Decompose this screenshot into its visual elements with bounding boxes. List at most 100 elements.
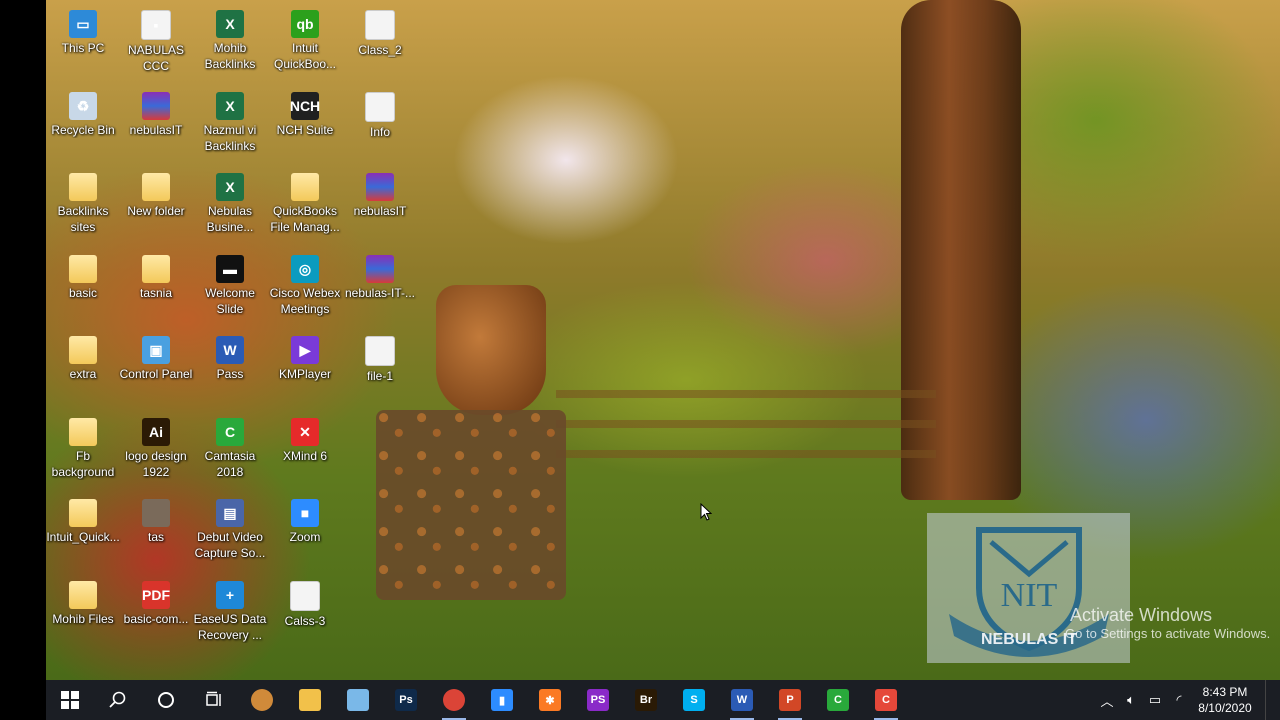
desktop-icon-label: Intuit_Quick... bbox=[46, 530, 120, 544]
desktop-icon-label: This PC bbox=[61, 41, 105, 55]
desktop-icon[interactable]: nebulasIT bbox=[339, 167, 421, 249]
winrar-icon bbox=[366, 255, 394, 283]
show-desktop-button[interactable] bbox=[1265, 680, 1280, 720]
desktop-icon[interactable]: Intuit_Quick... bbox=[42, 493, 124, 575]
taskbar-app-chrome[interactable] bbox=[430, 680, 478, 720]
desktop-icon-label: XMind 6 bbox=[282, 449, 328, 463]
taskbar-app-file-explorer[interactable] bbox=[286, 680, 334, 720]
taskbar-app-camtasia-green[interactable]: C bbox=[814, 680, 862, 720]
desktop-icon[interactable]: PDF basic-com... bbox=[115, 575, 197, 657]
taskbar-app-camtasia-red[interactable]: C bbox=[862, 680, 910, 720]
nch-icon: NCH bbox=[290, 92, 320, 120]
desktop-icon-label: tas bbox=[147, 530, 164, 544]
desktop-icon-label: Calss-3 bbox=[284, 614, 326, 628]
chevron-up-icon[interactable]: ︿ bbox=[1095, 680, 1119, 720]
task-view-button[interactable] bbox=[190, 680, 238, 720]
desktop-icon[interactable]: X Nazmul vi Backlinks bbox=[189, 86, 271, 168]
desktop-icon[interactable]: Fb background bbox=[42, 412, 124, 494]
desktop-icon[interactable]: QuickBooks File Manag... bbox=[264, 167, 346, 249]
desktop-icon[interactable]: X Nebulas Busine... bbox=[189, 167, 271, 249]
excel-icon: X bbox=[216, 92, 244, 120]
desktop-icon[interactable]: qb Intuit QuickBoo... bbox=[264, 4, 346, 86]
taskbar-app-photoshop[interactable]: Ps bbox=[382, 680, 430, 720]
svg-text:NEBULAS IT: NEBULAS IT bbox=[981, 631, 1077, 648]
quickbooks-file-icon bbox=[291, 173, 319, 201]
folder-icon bbox=[69, 255, 97, 283]
webex-icon: ◎ bbox=[291, 255, 319, 283]
desktop-icon[interactable]: New folder bbox=[115, 167, 197, 249]
desktop-icon[interactable]: ■ Zoom bbox=[264, 493, 346, 575]
excel-icon: X bbox=[216, 10, 244, 38]
taskbar-app-bridge[interactable]: Br bbox=[622, 680, 670, 720]
wifi-icon[interactable]: ◜ bbox=[1167, 680, 1191, 720]
desktop-icon[interactable]: ▤ Debut Video Capture So... bbox=[189, 493, 271, 575]
desktop-icon[interactable]: basic bbox=[42, 249, 124, 331]
powerpoint-icon: P bbox=[779, 689, 801, 711]
illustrator-icon: Ai bbox=[142, 418, 170, 446]
app-icon: ▪ bbox=[141, 10, 171, 40]
desktop-icon-label: Welcome Slide bbox=[205, 286, 255, 316]
speaker-icon[interactable]: 🔈︎ bbox=[1119, 680, 1143, 720]
desktop-icon[interactable]: ◎ Cisco Webex Meetings bbox=[264, 249, 346, 331]
folder-icon bbox=[69, 336, 97, 364]
start-button[interactable] bbox=[46, 680, 94, 720]
winrar-icon bbox=[142, 92, 170, 120]
cortana-button[interactable] bbox=[142, 680, 190, 720]
desktop-icon-label: Control Panel bbox=[119, 367, 193, 381]
taskbar-app-zoom[interactable]: ▮ bbox=[478, 680, 526, 720]
taskbar-app-powerpoint[interactable]: P bbox=[766, 680, 814, 720]
desktop-icon[interactable]: Mohib Files bbox=[42, 575, 124, 657]
battery-icon[interactable]: ▭ bbox=[1143, 680, 1167, 720]
taskbar-app-word[interactable]: W bbox=[718, 680, 766, 720]
desktop-icon[interactable]: tas bbox=[115, 493, 197, 575]
desktop-icon[interactable]: file-1 bbox=[339, 330, 421, 412]
desktop-icon[interactable]: ▭ This PC bbox=[42, 4, 124, 86]
desktop-icon-label: nebulasIT bbox=[353, 204, 407, 218]
desktop-icon[interactable]: nebulasIT bbox=[115, 86, 197, 168]
desktop-icon[interactable]: NCH NCH Suite bbox=[264, 86, 346, 168]
folder-icon bbox=[69, 418, 97, 446]
desktop-icon[interactable]: Backlinks sites bbox=[42, 167, 124, 249]
desktop-icon[interactable]: Info bbox=[339, 86, 421, 168]
clock[interactable]: 8:43 PM 8/10/2020 bbox=[1191, 684, 1259, 716]
search-icon bbox=[109, 691, 126, 708]
taskbar-app-xampp[interactable]: ✱ bbox=[526, 680, 574, 720]
activate-windows-notice: Activate Windows Go to Settings to activ… bbox=[1065, 605, 1270, 641]
desktop-icon[interactable]: tasnia bbox=[115, 249, 197, 331]
desktop-icon[interactable]: ▶ KMPlayer bbox=[264, 330, 346, 412]
pdf-icon: PDF bbox=[142, 581, 170, 609]
desktop-icon[interactable]: ▣ Control Panel bbox=[115, 330, 197, 412]
desktop-icon[interactable]: nebulas-IT-... bbox=[339, 249, 421, 331]
taskbar-app-notes[interactable] bbox=[334, 680, 382, 720]
taskbar: Ps ▮ ✱ PS Br S W P C C ︿ 🔈︎ ▭ ◜ 8:43 PM 8/10/2020 bbox=[46, 680, 1280, 720]
desktop-icon[interactable]: ♻ Recycle Bin bbox=[42, 86, 124, 168]
desktop-icon[interactable]: ✕ XMind 6 bbox=[264, 412, 346, 494]
desktop-icon-label: logo design 1922 bbox=[125, 449, 187, 479]
search-button[interactable] bbox=[94, 680, 142, 720]
desktop-icon-label: NCH Suite bbox=[276, 123, 334, 137]
file-icon bbox=[365, 10, 395, 40]
desktop-icon[interactable]: W Pass bbox=[189, 330, 271, 412]
taskbar-app-skype[interactable]: S bbox=[670, 680, 718, 720]
desktop-icon-label: extra bbox=[69, 367, 97, 381]
image-file-icon bbox=[142, 499, 170, 527]
desktop-icon[interactable]: X Mohib Backlinks bbox=[189, 4, 271, 86]
folder-icon bbox=[299, 689, 321, 711]
desktop-icon[interactable]: extra bbox=[42, 330, 124, 412]
desktop-icon-label: basic bbox=[68, 286, 97, 300]
desktop-icon-label: Debut Video Capture So... bbox=[194, 530, 266, 560]
winrar-icon bbox=[366, 173, 394, 201]
taskbar-app-firefox[interactable] bbox=[238, 680, 286, 720]
desktop-icon[interactable]: Calss-3 bbox=[264, 575, 346, 657]
desktop-icon[interactable]: Class_2 bbox=[339, 4, 421, 86]
desktop-icon[interactable]: Ai logo design 1922 bbox=[115, 412, 197, 494]
easeus-icon: + bbox=[216, 581, 244, 609]
desktop-icon[interactable]: ▪ NABULAS CCC bbox=[115, 4, 197, 86]
bridge-icon: Br bbox=[635, 689, 657, 711]
desktop-icon[interactable]: + EaseUS Data Recovery ... bbox=[189, 575, 271, 657]
taskbar-app-phpstorm[interactable]: PS bbox=[574, 680, 622, 720]
recycle-bin-icon: ♻ bbox=[69, 92, 97, 120]
desktop-icon[interactable]: ▬ Welcome Slide bbox=[189, 249, 271, 331]
desktop-icon-label: Fb background bbox=[51, 449, 115, 479]
desktop-icon[interactable]: C Camtasia 2018 bbox=[189, 412, 271, 494]
